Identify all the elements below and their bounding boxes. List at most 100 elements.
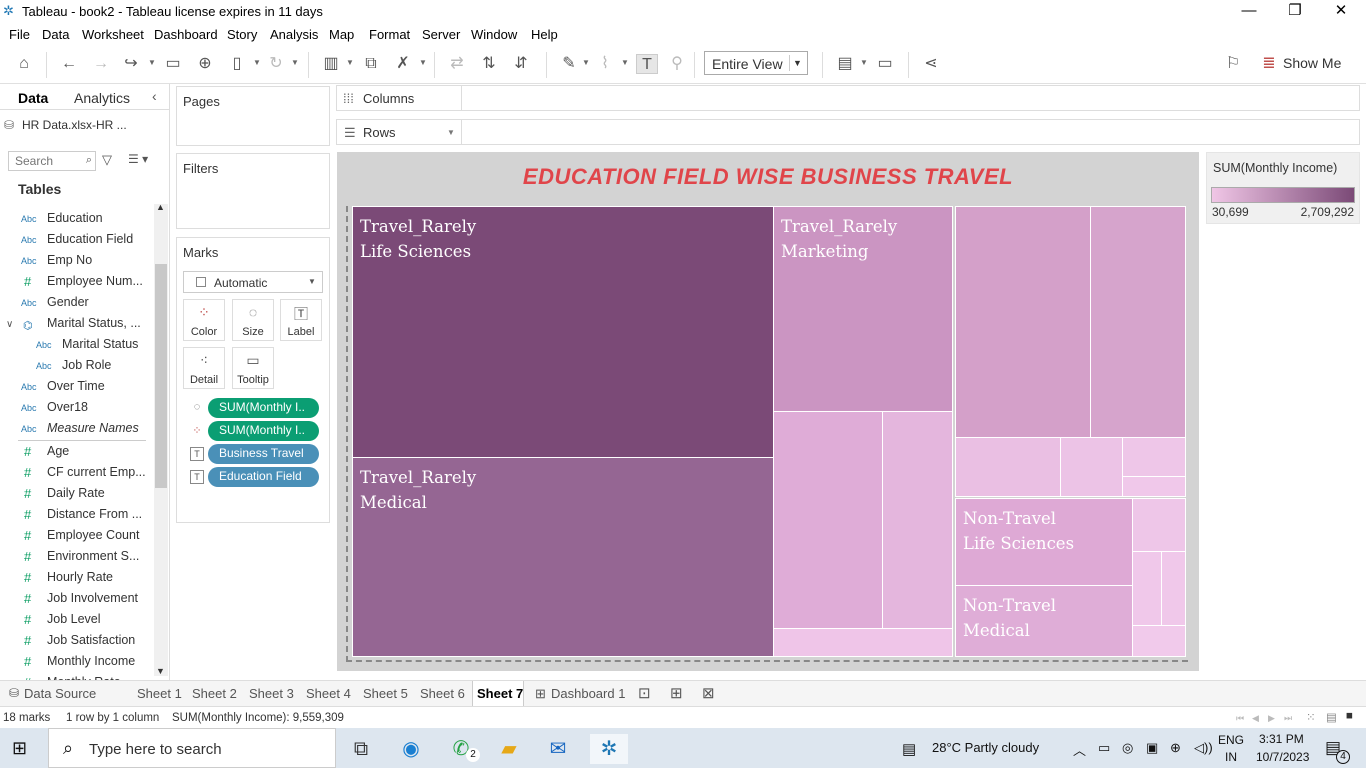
highlight-dropdown-icon[interactable]: ▼: [582, 58, 590, 68]
field-item[interactable]: Abc Education Field: [0, 232, 150, 253]
scroll-down-icon[interactable]: ▼: [156, 666, 165, 676]
menu-server[interactable]: Server: [422, 27, 460, 42]
treemap-cell[interactable]: Travel_Rarely Life Sciences: [352, 206, 774, 458]
close-button[interactable]: ✕: [1318, 2, 1364, 22]
scrollbar-thumb[interactable]: [155, 264, 167, 488]
collapse-pane-icon[interactable]: ‹: [152, 88, 157, 104]
datasource-name[interactable]: HR Data.xlsx-HR ...: [22, 118, 127, 132]
label-button[interactable]: 🅃 Label: [280, 299, 322, 341]
mail-icon[interactable]: ✉: [543, 734, 573, 764]
nav-next-icon[interactable]: ▶: [1268, 713, 1275, 724]
pause-dropdown-icon[interactable]: ▼: [253, 58, 261, 68]
pause-updates-icon[interactable]: ▯: [226, 54, 248, 74]
pill-color-monthly-income[interactable]: SUM(Monthly I..: [208, 421, 319, 441]
nav-first-icon[interactable]: ⏮: [1236, 713, 1244, 724]
field-item[interactable]: # Monthly Income: [0, 654, 150, 675]
treemap-cell[interactable]: [1122, 476, 1186, 497]
camera-icon[interactable]: ◎: [1122, 740, 1133, 756]
treemap-cell[interactable]: [882, 411, 953, 629]
field-item[interactable]: # Employee Num...: [0, 274, 150, 295]
menu-worksheet[interactable]: Worksheet: [82, 27, 144, 42]
search-field[interactable]: ⌕: [8, 151, 96, 171]
region[interactable]: IN: [1225, 750, 1237, 764]
pill-size-monthly-income[interactable]: SUM(Monthly I..: [208, 398, 319, 418]
highlight-icon[interactable]: ✎: [558, 54, 580, 74]
restore-button[interactable]: ❐: [1272, 2, 1318, 22]
mark-type-dropdown[interactable]: Automatic ▼: [183, 271, 323, 293]
show-me-icon[interactable]: ≣: [1258, 54, 1280, 74]
filters-card[interactable]: Filters: [176, 153, 330, 229]
sort-ascending-icon[interactable]: ⇅: [478, 54, 500, 74]
treemap-cell[interactable]: [955, 437, 1061, 497]
tab-sheet-4[interactable]: Sheet 4: [306, 686, 351, 701]
fix-axes-icon[interactable]: ⚲: [666, 54, 688, 74]
field-item[interactable]: Abc Education: [0, 211, 150, 232]
tableau-taskbar-icon[interactable]: ✲: [590, 734, 628, 764]
treemap-cell[interactable]: [955, 206, 1091, 438]
color-legend[interactable]: SUM(Monthly Income) 30,699 2,709,292: [1206, 152, 1360, 224]
field-item[interactable]: # Age: [0, 444, 150, 465]
pages-card[interactable]: Pages: [176, 86, 330, 146]
view-options-icon[interactable]: ☰ ▾: [128, 152, 148, 166]
scroll-up-icon[interactable]: ▲: [156, 202, 165, 212]
field-item[interactable]: # Daily Rate: [0, 486, 150, 507]
grid-view-icon[interactable]: ⁙: [1306, 710, 1316, 724]
treemap-cell[interactable]: [1122, 437, 1186, 477]
field-item[interactable]: # Job Satisfaction: [0, 633, 150, 654]
field-item[interactable]: # Environment S...: [0, 549, 150, 570]
tab-data[interactable]: Data: [18, 90, 48, 106]
field-item[interactable]: ∨ ⌬ Marital Status, ...: [0, 316, 150, 337]
tab-data-source[interactable]: Data Source: [24, 686, 96, 701]
filmstrip-view-icon[interactable]: ▤: [1326, 710, 1337, 724]
field-item[interactable]: # Job Level: [0, 612, 150, 633]
cards-dropdown-icon[interactable]: ▼: [860, 58, 868, 68]
detail-button[interactable]: ⁖ Detail: [183, 347, 225, 389]
treemap-cell[interactable]: Travel_Rarely Medical: [352, 457, 774, 657]
filter-icon[interactable]: ▽: [102, 152, 112, 168]
field-item[interactable]: Abc Gender: [0, 295, 150, 316]
pill-label-business-travel[interactable]: Business Travel: [208, 444, 319, 464]
scrollbar[interactable]: ▲ ▼: [154, 202, 168, 676]
search-icon[interactable]: ⌕: [86, 154, 92, 167]
treemap-cell[interactable]: Non-Travel Medical: [955, 585, 1133, 657]
group-dropdown-icon[interactable]: ▼: [621, 58, 629, 68]
field-item[interactable]: # Job Involvement: [0, 591, 150, 612]
refresh-icon[interactable]: ↻: [265, 54, 287, 74]
language[interactable]: ENG: [1218, 733, 1244, 747]
treemap-cell[interactable]: [773, 628, 953, 657]
new-worksheet-icon[interactable]: ▥: [320, 54, 342, 74]
rows-shelf[interactable]: ☰ Rows ▼: [336, 119, 1360, 145]
columns-shelf[interactable]: ⁞⁞⁞ Columns: [336, 85, 1360, 111]
menu-analysis[interactable]: Analysis: [270, 27, 318, 42]
field-item[interactable]: # Distance From ...: [0, 507, 150, 528]
swap-icon[interactable]: ⇄: [446, 54, 468, 74]
tab-sheet-2[interactable]: Sheet 2: [192, 686, 237, 701]
treemap-cell[interactable]: [1161, 551, 1186, 626]
globe-icon[interactable]: ⊕: [1170, 740, 1181, 756]
clock-date[interactable]: 10/7/2023: [1256, 750, 1309, 764]
menu-format[interactable]: Format: [369, 27, 410, 42]
new-sheet-icon[interactable]: ⊡: [638, 684, 651, 702]
field-item[interactable]: # CF current Emp...: [0, 465, 150, 486]
treemap-cell[interactable]: Non-Travel Life Sciences: [955, 498, 1133, 586]
edge-icon[interactable]: ◉: [396, 734, 426, 764]
duplicate-icon[interactable]: ⧉: [360, 54, 382, 74]
replay-dropdown-icon[interactable]: ▼: [148, 58, 156, 68]
treemap-cell[interactable]: [1060, 437, 1123, 497]
task-view-icon[interactable]: ⧉: [346, 734, 376, 764]
battery-icon[interactable]: ▭: [1098, 740, 1110, 756]
new-worksheet-dropdown-icon[interactable]: ▼: [346, 58, 354, 68]
clear-dropdown-icon[interactable]: ▼: [419, 58, 427, 68]
undo-icon[interactable]: ←: [58, 54, 80, 74]
menu-dashboard[interactable]: Dashboard: [154, 27, 218, 42]
tab-view-icon[interactable]: ■: [1346, 710, 1353, 722]
fit-dropdown[interactable]: Entire View ▼: [704, 51, 808, 75]
new-dashboard-icon[interactable]: ⊞: [670, 684, 683, 702]
menu-map[interactable]: Map: [329, 27, 354, 42]
sort-descending-icon[interactable]: ⇵: [510, 54, 532, 74]
taskbar-search[interactable]: ⌕ Type here to search: [48, 728, 336, 768]
show-cards-icon[interactable]: ▤: [834, 54, 856, 74]
new-story-icon[interactable]: ⊠: [702, 684, 715, 702]
nav-last-icon[interactable]: ⏭: [1284, 713, 1292, 724]
tab-dashboard-1[interactable]: Dashboard 1: [551, 686, 625, 701]
